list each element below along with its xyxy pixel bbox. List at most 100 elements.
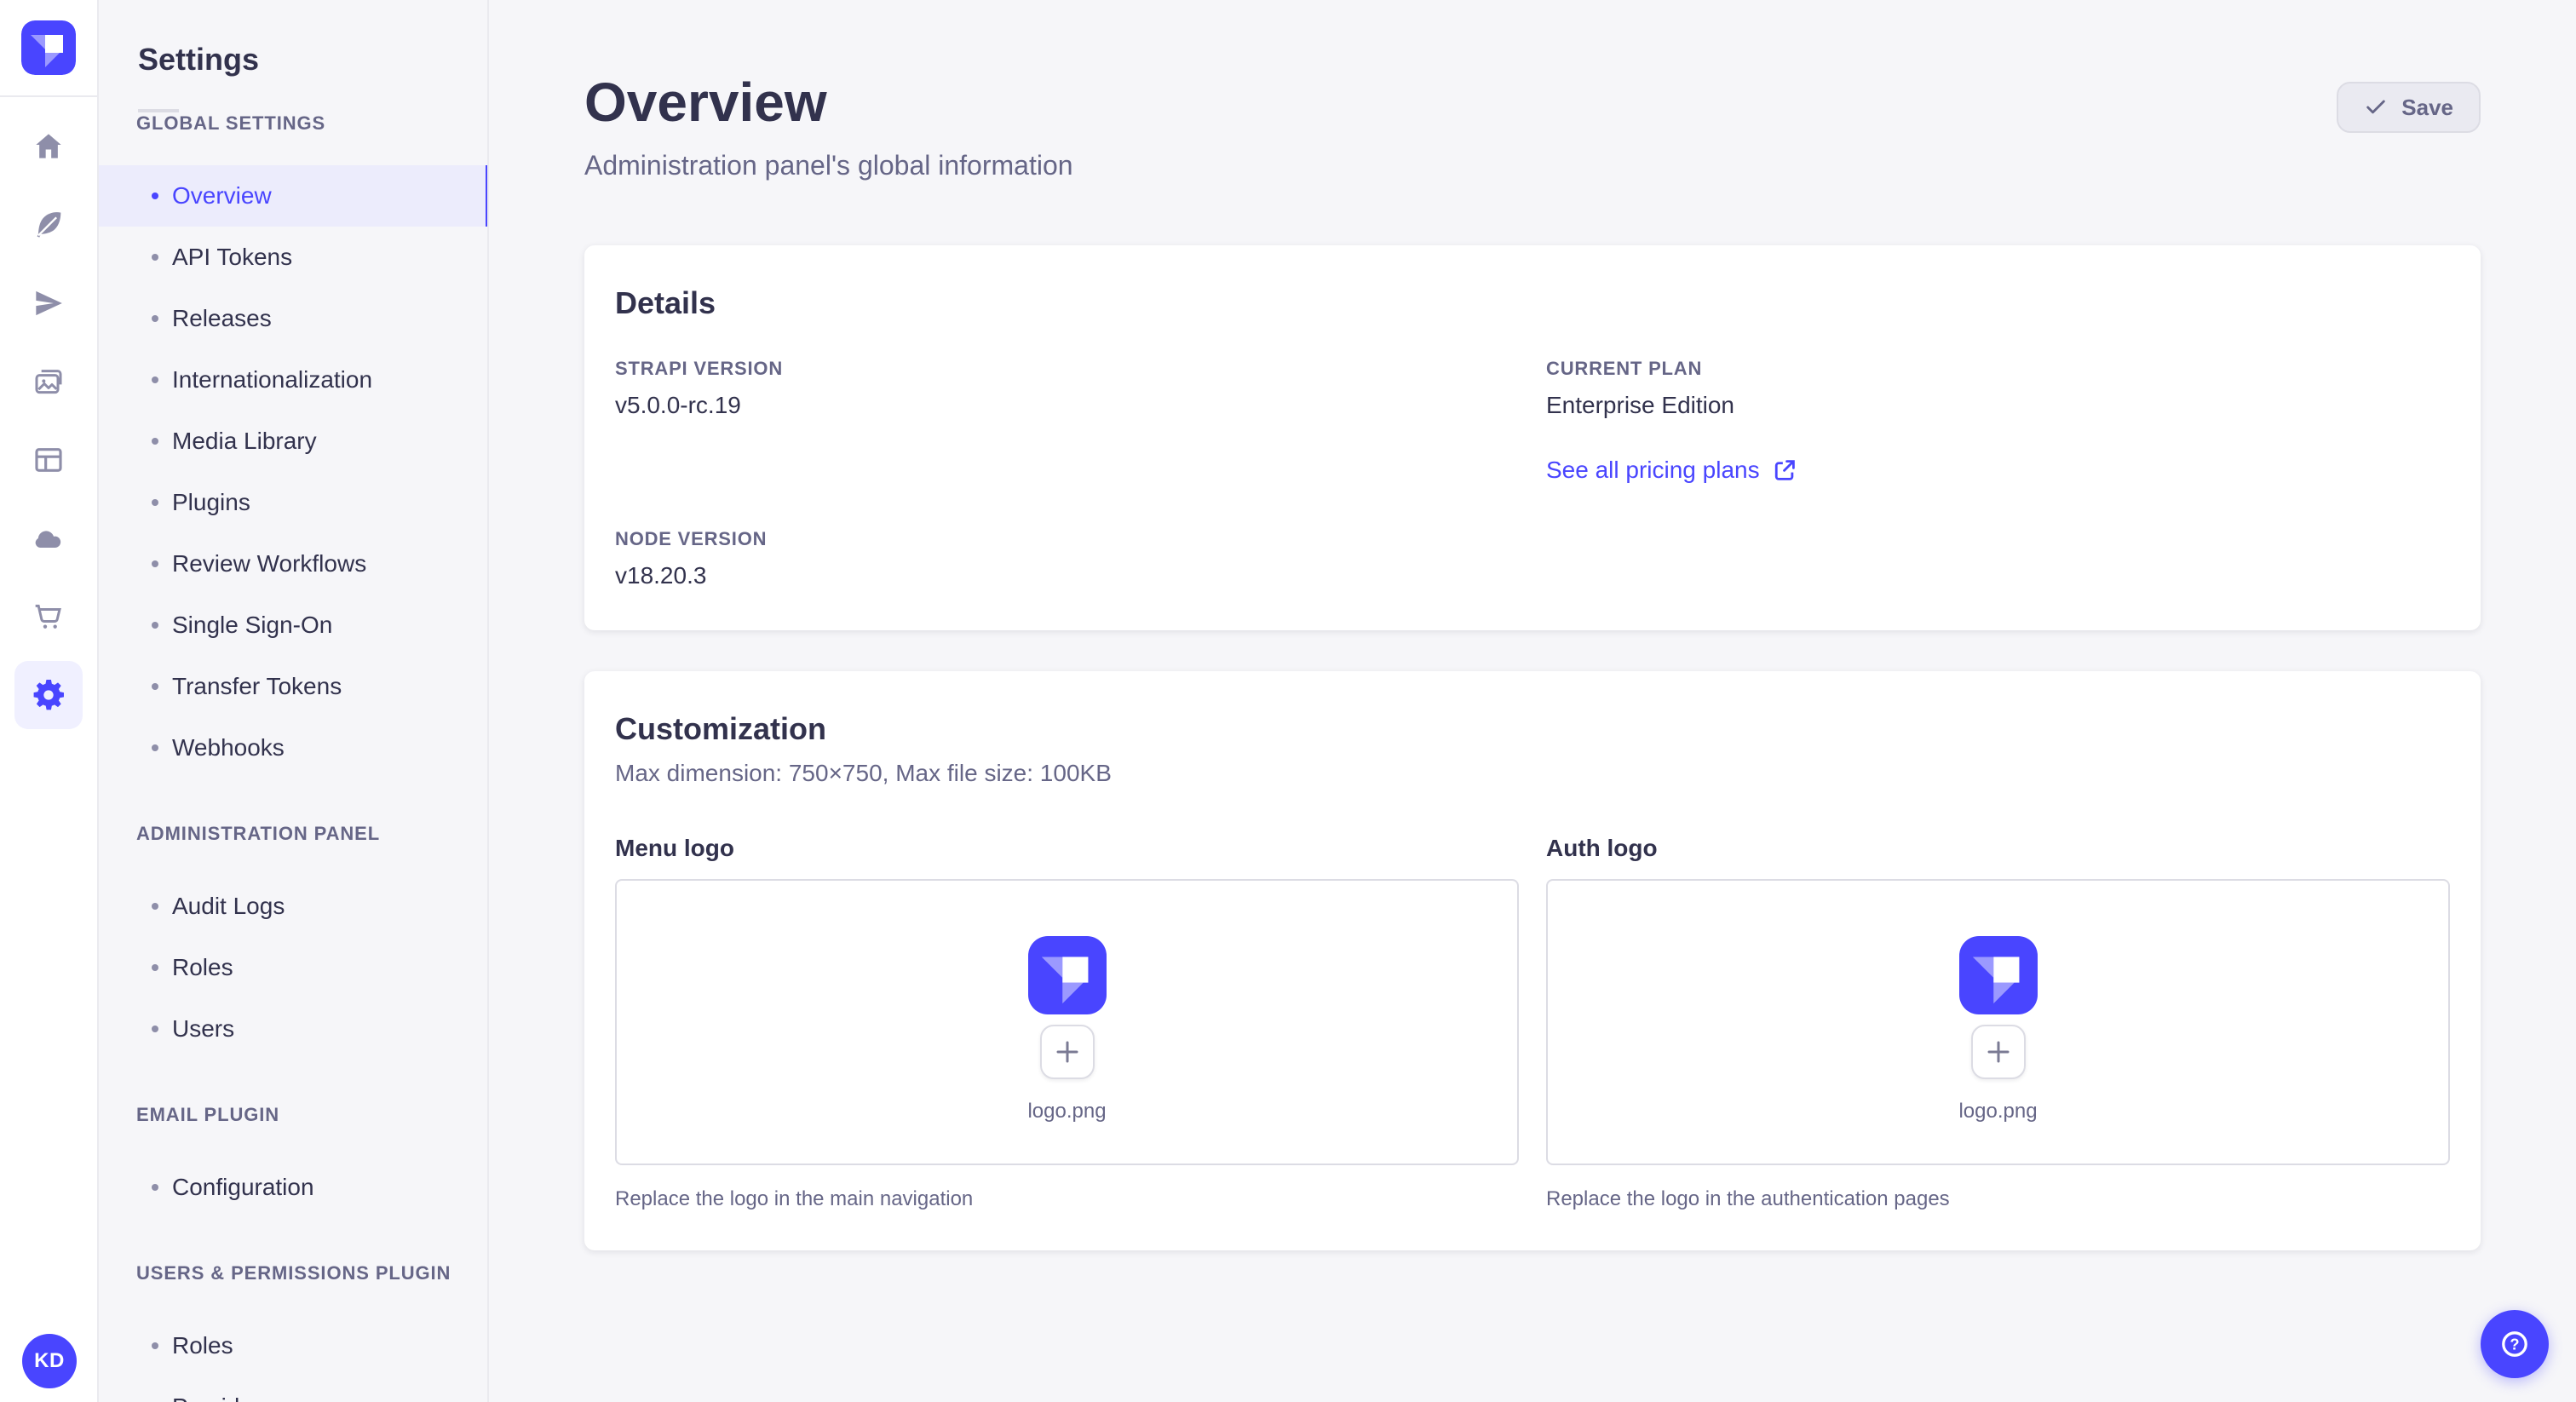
sidebar-item-review-workflows[interactable]: Review Workflows — [99, 533, 487, 595]
customization-card-title: Customization — [615, 711, 826, 746]
sidebar-item-label: Review Workflows — [172, 550, 367, 577]
sidebar-item-label: Providers — [172, 1393, 273, 1402]
nav-section-label: EMAIL PLUGIN — [136, 1104, 280, 1125]
strapi-version-field: STRAPI VERSION v5.0.0-rc.19 — [615, 358, 1519, 487]
sidebar-item-roles[interactable]: Roles — [99, 1315, 487, 1376]
bullet-icon — [152, 683, 158, 690]
sidebar-item-internationalization[interactable]: Internationalization — [99, 349, 487, 411]
layout-icon[interactable] — [32, 443, 66, 477]
pricing-plans-link-label: See all pricing plans — [1546, 457, 1760, 483]
svg-text:?: ? — [2510, 1336, 2519, 1353]
upload-filename: logo.png — [1958, 1100, 2038, 1123]
field-value: v5.0.0-rc.19 — [615, 392, 741, 418]
check-icon — [2366, 100, 2385, 114]
customization-card-subtitle: Max dimension: 750×750, Max file size: 1… — [615, 760, 1112, 786]
details-card-title: Details — [615, 285, 716, 320]
bullet-icon — [152, 622, 158, 629]
bullet-icon — [152, 1026, 158, 1032]
details-card: Details STRAPI VERSION v5.0.0-rc.19 CURR… — [584, 245, 2481, 630]
nav-section-label: ADMINISTRATION PANEL — [136, 823, 381, 844]
page-subtitle: Administration panel's global informatio… — [584, 150, 1073, 181]
current-plan-field: CURRENT PLAN Enterprise Edition See all … — [1546, 358, 2450, 487]
sidebar-item-transfer-tokens[interactable]: Transfer Tokens — [99, 656, 487, 717]
cloud-icon[interactable] — [32, 521, 66, 555]
bullet-icon — [152, 903, 158, 910]
details-grid: STRAPI VERSION v5.0.0-rc.19 CURRENT PLAN… — [615, 358, 2450, 593]
bullet-icon — [152, 964, 158, 971]
auth-logo-dropzone[interactable]: logo.png — [1546, 879, 2450, 1165]
sidebar-item-label: Single Sign-On — [172, 612, 333, 638]
sidebar-item-single-sign-on[interactable]: Single Sign-On — [99, 595, 487, 656]
sidebar-item-plugins[interactable]: Plugins — [99, 472, 487, 533]
sidebar-item-label: Audit Logs — [172, 893, 285, 919]
sidebar-item-label: Media Library — [172, 428, 317, 454]
feather-icon[interactable] — [32, 208, 66, 242]
settings-nav-list: GLOBAL SETTINGS Overview API Tokens Release… — [99, 112, 487, 1402]
sidebar-item-users[interactable]: Users — [99, 998, 487, 1060]
cart-icon[interactable] — [32, 600, 66, 634]
add-logo-button[interactable] — [1970, 1025, 2026, 1079]
upload-label: Menu logo — [615, 835, 734, 861]
sidebar-item-label: Releases — [172, 305, 272, 331]
node-version-field: NODE VERSION v18.20.3 — [615, 528, 1519, 593]
bullet-icon — [152, 254, 158, 261]
page-header: Overview Administration panel's global i… — [584, 68, 2481, 184]
sidebar-item-providers[interactable]: Providers — [99, 1376, 487, 1402]
bullet-icon — [152, 744, 158, 751]
sidebar-item-label: Plugins — [172, 489, 250, 515]
sidebar-item-configuration[interactable]: Configuration — [99, 1157, 487, 1218]
field-label: CURRENT PLAN — [1546, 358, 1703, 379]
field-value: Enterprise Edition — [1546, 392, 1735, 418]
icon-rail: KD — [0, 0, 99, 1402]
sidebar-item-audit-logs[interactable]: Audit Logs — [99, 876, 487, 937]
field-label: NODE VERSION — [615, 528, 768, 549]
bullet-icon — [152, 499, 158, 506]
sidebar-item-releases[interactable]: Releases — [99, 288, 487, 349]
bullet-icon — [152, 315, 158, 322]
subnav-title: Settings — [138, 42, 260, 77]
main-content: Overview Administration panel's global i… — [489, 0, 2576, 1402]
rail-divider — [0, 95, 98, 97]
strapi-logo — [1027, 936, 1107, 1014]
sidebar-item-label: API Tokens — [172, 244, 293, 270]
sidebar-item-label: Webhooks — [172, 734, 285, 761]
plus-icon — [1056, 1041, 1078, 1063]
pricing-plans-link[interactable]: See all pricing plans — [1546, 453, 1796, 487]
menu-logo-dropzone[interactable]: logo.png — [615, 879, 1519, 1165]
sidebar-item-label: Internationalization — [172, 366, 373, 393]
upload-filename: logo.png — [1027, 1100, 1107, 1123]
bullet-icon — [152, 1184, 158, 1191]
rail-icon-list — [14, 129, 83, 729]
bullet-icon — [152, 1342, 158, 1349]
field-value: v18.20.3 — [615, 562, 707, 589]
save-button[interactable]: Save — [2337, 82, 2481, 133]
sidebar-item-label: Overview — [172, 182, 272, 209]
upload-caption: Replace the logo in the main navigation — [615, 1187, 974, 1210]
settings-rail-item-active[interactable] — [14, 661, 83, 729]
sidebar-item-label: Transfer Tokens — [172, 673, 342, 699]
sidebar-item-overview[interactable]: Overview — [99, 165, 487, 227]
save-button-label: Save — [2401, 94, 2453, 120]
question-mark-icon: ? — [2502, 1331, 2527, 1357]
avatar[interactable]: KD — [22, 1334, 77, 1388]
gear-icon — [33, 680, 64, 710]
bullet-icon — [152, 192, 158, 199]
bullet-icon — [152, 560, 158, 567]
nav-section-label: USERS & PERMISSIONS PLUGIN — [136, 1262, 451, 1284]
paper-plane-icon[interactable] — [32, 286, 66, 320]
sidebar-item-media-library[interactable]: Media Library — [99, 411, 487, 472]
images-icon[interactable] — [32, 365, 66, 399]
sidebar-item-roles[interactable]: Roles — [99, 937, 487, 998]
strapi-logo[interactable] — [21, 20, 76, 75]
nav-section-label: GLOBAL SETTINGS — [136, 112, 326, 134]
sidebar-item-webhooks[interactable]: Webhooks — [99, 717, 487, 779]
bullet-icon — [152, 376, 158, 383]
home-icon[interactable] — [32, 129, 66, 164]
add-logo-button[interactable] — [1039, 1025, 1095, 1079]
auth-logo-upload: Auth logo logo.png Replace the logo in t… — [1546, 831, 2450, 1213]
menu-logo-upload: Menu logo logo.png Replace the logo in t… — [615, 831, 1519, 1213]
help-button[interactable]: ? — [2481, 1310, 2549, 1378]
page-title: Overview — [584, 72, 827, 133]
strapi-admin-app: KD Settings GLOBAL SETTINGS Overview API T… — [0, 0, 2576, 1402]
sidebar-item-api-tokens[interactable]: API Tokens — [99, 227, 487, 288]
